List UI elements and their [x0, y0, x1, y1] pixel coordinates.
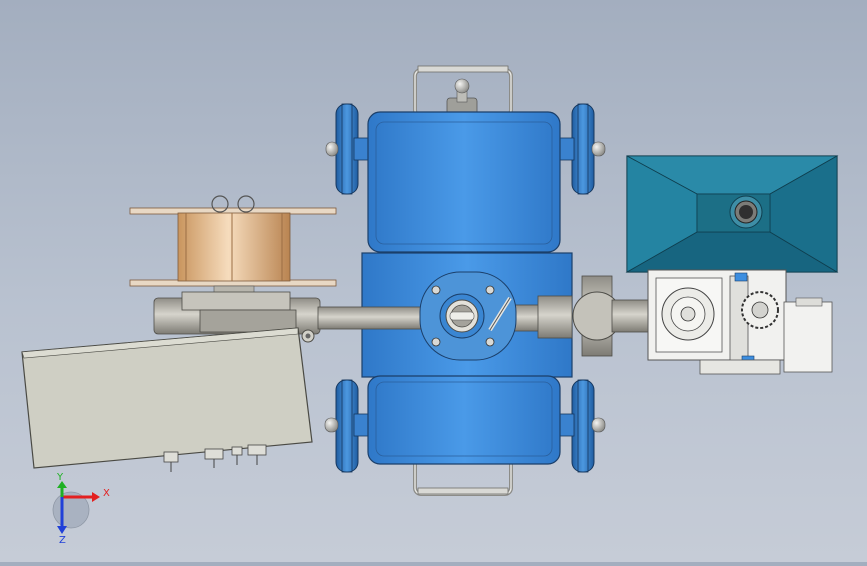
top-knob — [446, 78, 478, 117]
gearbox[interactable] — [647, 269, 833, 375]
center-flange[interactable] — [419, 271, 517, 361]
z-axis-label: Z — [59, 535, 66, 546]
z-arrow-icon — [57, 526, 67, 534]
wheel-top-left — [325, 103, 373, 195]
control-pendant[interactable] — [21, 327, 313, 472]
cad-viewport[interactable]: X Y Z — [0, 0, 867, 562]
assembly-drawing[interactable]: X Y Z — [0, 0, 867, 562]
powder-hopper[interactable] — [625, 155, 839, 273]
coordinate-triad[interactable]: X Y Z — [52, 472, 110, 546]
wheel-bottom-left — [324, 379, 373, 473]
y-axis-label: Y — [56, 472, 64, 483]
wheel-top-right — [557, 103, 606, 195]
wheel-bottom-right — [555, 379, 606, 473]
valve-cross[interactable] — [572, 275, 649, 357]
wire-spool[interactable] — [129, 195, 337, 295]
x-axis-label: X — [103, 488, 110, 499]
x-arrow-icon — [92, 492, 100, 502]
